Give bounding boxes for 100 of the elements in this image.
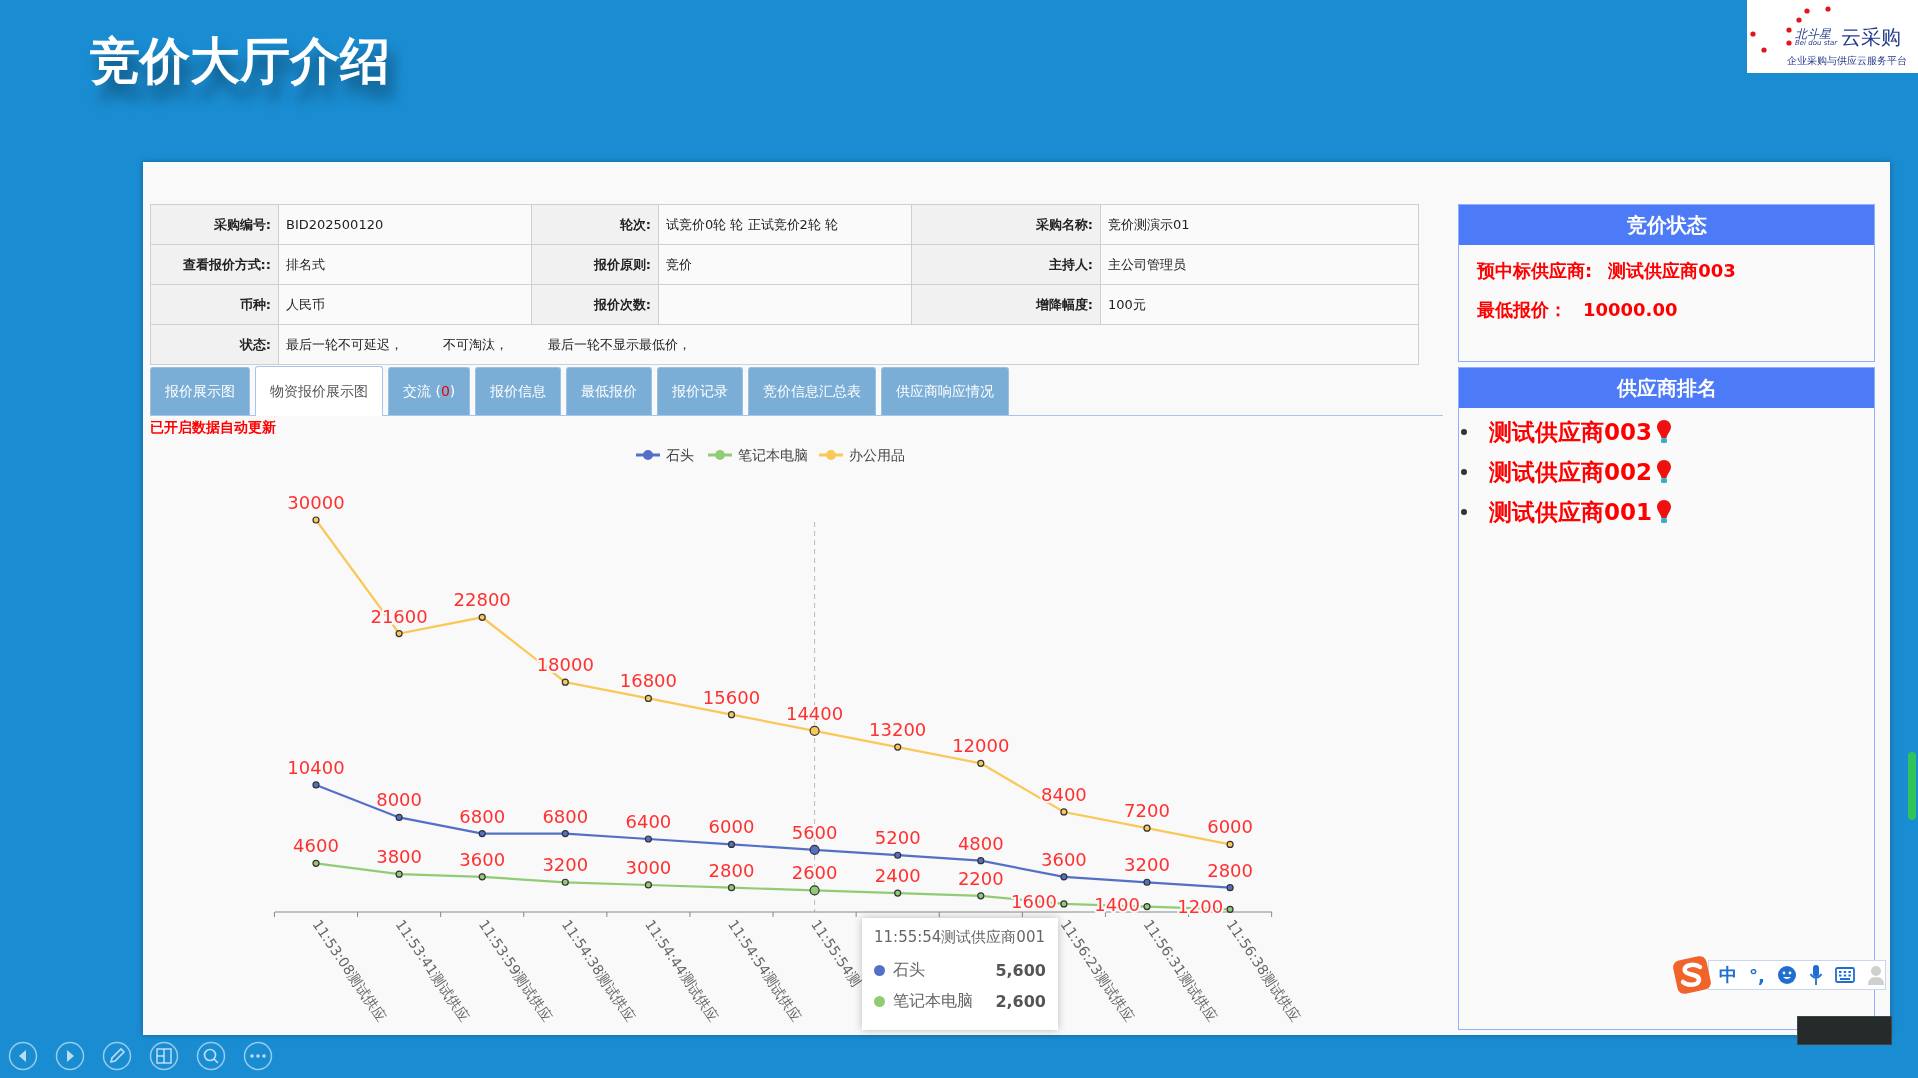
field-value: BID202500120 xyxy=(279,205,532,245)
field-label: 状态: xyxy=(151,325,279,365)
legend-item[interactable]: 石头 xyxy=(636,447,694,463)
field-label: 报价次数: xyxy=(532,285,659,325)
field-label: 增降幅度: xyxy=(912,285,1101,325)
bullet-dot xyxy=(1461,509,1467,515)
bullet-dot xyxy=(1461,429,1467,435)
data-label: 16800 xyxy=(619,670,678,692)
data-label: 13200 xyxy=(869,719,927,741)
logo-brand: 北斗星 xyxy=(1795,28,1831,40)
data-label: 15600 xyxy=(702,686,761,708)
tooltip-value: 5,600 xyxy=(995,961,1046,980)
tooltip-series: 石头 xyxy=(893,960,925,981)
data-label: 8400 xyxy=(1041,783,1087,805)
scroll-indicator xyxy=(1908,752,1916,820)
sogou-logo-icon[interactable] xyxy=(1672,955,1712,995)
user-icon[interactable] xyxy=(1866,965,1885,985)
field-value: 主公司管理员 xyxy=(1101,245,1419,285)
field-value: 竞价测演示01 xyxy=(1101,205,1419,245)
series-dot xyxy=(874,996,885,1007)
tab[interactable]: 报价展示图 xyxy=(150,367,250,415)
pen-icon[interactable] xyxy=(102,1041,132,1071)
data-label: 5600 xyxy=(791,821,838,843)
data-label: 4800 xyxy=(957,832,1004,854)
data-label: 6400 xyxy=(625,811,672,832)
data-label: 6800 xyxy=(459,805,506,827)
bullet-dot xyxy=(1461,469,1467,475)
data-label: 6800 xyxy=(542,805,589,827)
logo-product: 云采购 xyxy=(1841,24,1902,51)
field-value: 试竞价0轮 轮 正试竞价2轮 轮 xyxy=(659,205,912,245)
panel-header: 供应商排名 xyxy=(1459,368,1874,408)
punctuation-toggle[interactable]: °, xyxy=(1749,964,1765,986)
field-value: 人民币 xyxy=(279,285,532,325)
data-label: 5200 xyxy=(874,827,921,849)
more-icon[interactable] xyxy=(243,1041,273,1071)
tab[interactable]: 交流 (0) xyxy=(388,367,471,415)
legend-label: 办公用品 xyxy=(849,447,905,463)
tab[interactable]: 最低报价 xyxy=(566,367,653,415)
field-label: 主持人: xyxy=(912,245,1101,285)
field-label: 采购名称: xyxy=(912,205,1101,245)
tooltip-title: 11:55:54测试供应商001 xyxy=(874,928,1046,947)
data-label: 6000 xyxy=(708,816,755,838)
tab[interactable]: 竞价信息汇总表 xyxy=(748,367,877,415)
slides-icon[interactable] xyxy=(149,1041,179,1071)
data-label: 3600 xyxy=(1041,848,1087,870)
next-icon[interactable] xyxy=(55,1041,85,1071)
data-label: 2600 xyxy=(791,862,838,884)
data-label: 4600 xyxy=(293,835,339,857)
supplier-name: 测试供应商002 xyxy=(1489,457,1652,487)
data-label: 2800 xyxy=(1207,859,1253,881)
auto-update-notice: 已开启数据自动更新 xyxy=(150,418,277,437)
data-label: 2400 xyxy=(874,865,921,887)
status-text: 最后一轮不可延迟， xyxy=(286,335,403,354)
data-label: 2800 xyxy=(708,859,755,881)
data-label: 3200 xyxy=(542,854,589,876)
keyboard-icon[interactable] xyxy=(1834,967,1855,983)
smiley-icon[interactable] xyxy=(1776,965,1797,985)
legend-item[interactable]: 办公用品 xyxy=(819,447,905,463)
field-value: 100元 xyxy=(1101,285,1419,325)
status-label: 预中标供应商: xyxy=(1477,258,1593,283)
field-label: 查看报价方式:: xyxy=(151,245,279,285)
tab[interactable]: 报价信息 xyxy=(475,367,562,415)
logo-slogan: 企业采购与供应云服务平台 xyxy=(1787,54,1908,68)
status-value: 测试供应商003 xyxy=(1608,258,1736,283)
input-mode-toggle[interactable]: 中 xyxy=(1719,963,1737,987)
series-dot xyxy=(874,965,885,976)
zoom-icon[interactable] xyxy=(196,1041,226,1071)
supplier-name: 测试供应商001 xyxy=(1489,497,1652,527)
field-label: 报价原则: xyxy=(532,245,659,285)
data-label: 30000 xyxy=(287,492,345,513)
lightbulb-icon xyxy=(1656,459,1672,485)
field-label: 币种: xyxy=(151,285,279,325)
status-label: 最低报价： xyxy=(1477,297,1567,322)
tooltip-value: 2,600 xyxy=(995,992,1046,1011)
supplier-name: 测试供应商003 xyxy=(1489,417,1652,447)
legend-label: 笔记本电脑 xyxy=(738,447,808,463)
panel-header: 竞价状态 xyxy=(1459,205,1874,245)
slide-title: 竞价大厅介绍 xyxy=(90,30,390,92)
legend-item[interactable]: 笔记本电脑 xyxy=(708,447,808,463)
data-label: 3600 xyxy=(459,848,506,870)
data-label: 12000 xyxy=(952,735,1010,757)
data-label: 3000 xyxy=(625,856,672,878)
status-value: 10000.00 xyxy=(1583,299,1678,320)
legend-label: 石头 xyxy=(666,447,694,463)
window-thumbnail[interactable] xyxy=(1797,1016,1892,1045)
field-value: 竞价 xyxy=(659,245,912,285)
data-label: 7200 xyxy=(1124,800,1170,822)
tab[interactable]: 供应商响应情况 xyxy=(881,367,1010,415)
data-label: 14400 xyxy=(785,702,844,724)
data-label: 10400 xyxy=(287,756,345,778)
status-text: 最后一轮不显示最低价， xyxy=(548,335,691,354)
previous-icon[interactable] xyxy=(8,1041,38,1071)
data-label: 6000 xyxy=(1207,816,1253,838)
microphone-icon[interactable] xyxy=(1808,964,1823,986)
data-label: 3800 xyxy=(376,846,422,868)
tab[interactable]: 物资报价展示图 xyxy=(255,366,383,416)
status-text: 不可淘汰， xyxy=(443,335,508,354)
tab[interactable]: 报价记录 xyxy=(657,367,744,415)
data-label: 3200 xyxy=(1124,854,1170,876)
lightbulb-icon xyxy=(1656,419,1672,445)
